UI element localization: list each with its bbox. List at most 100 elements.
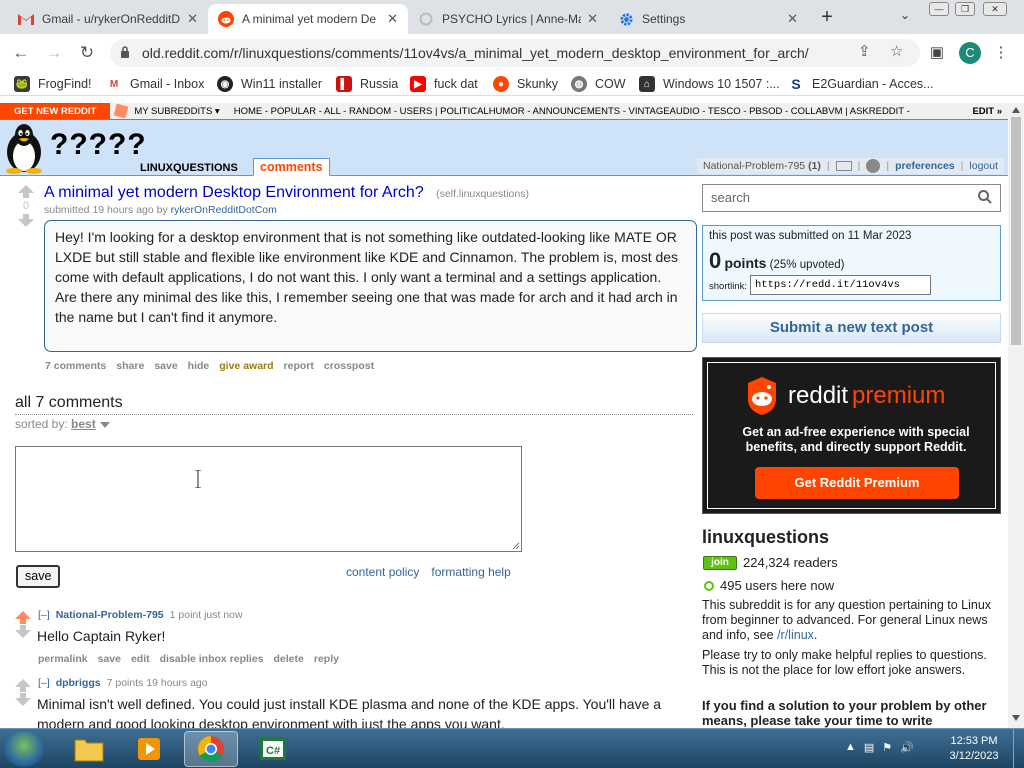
menu-icon[interactable]: ⋮ [990,42,1012,64]
scrollbar-thumb[interactable] [1011,117,1021,345]
get-premium-button[interactable]: Get Reddit Premium [755,467,959,499]
page-scrollbar[interactable] [1008,103,1024,728]
comment-author-link[interactable]: National-Problem-795 [56,609,164,621]
share-link[interactable]: share [116,360,144,372]
sidebar-subreddit-title[interactable]: linuxquestions [702,527,829,548]
tab-psycho-lyrics[interactable]: PSYCHO Lyrics | Anne-Ma ✕ [408,4,608,34]
close-window-button[interactable]: ✕ [983,2,1007,16]
upvote-icon[interactable] [18,185,34,198]
my-subreddits-dropdown[interactable]: MY SUBREDDITS ▾ [110,103,220,118]
restore-button[interactable]: ❐ [955,2,975,16]
bookmark-star-icon[interactable]: ☆ [890,42,903,60]
save-link[interactable]: save [98,653,121,665]
reload-button[interactable]: ↻ [76,42,98,64]
collapse-toggle[interactable]: [–] [38,677,50,689]
reply-link[interactable]: reply [314,653,339,665]
comment-author-link[interactable]: dpbriggs [56,677,101,689]
delete-link[interactable]: delete [274,653,304,665]
scroll-up-icon[interactable] [1012,107,1020,113]
downvote-icon[interactable] [18,214,34,227]
bookmark-e2guardian[interactable]: S E2Guardian - Acces... [788,75,934,93]
bookmark-russia[interactable]: ▌ Russia [336,75,398,93]
search-icon[interactable] [977,189,993,205]
bookmark-frogfind[interactable]: 🐸 FrogFind! [14,75,92,93]
save-comment-button[interactable]: save [16,565,61,588]
minimize-button[interactable]: — [929,2,949,16]
crosspost-link[interactable]: crosspost [324,360,374,372]
chat-icon[interactable] [866,159,881,173]
report-link[interactable]: report [284,360,314,372]
forward-button[interactable]: → [43,42,65,64]
shortlink-field[interactable]: https://redd.it/11ov4vs [750,275,931,295]
start-button[interactable] [4,731,44,767]
logout-link[interactable]: logout [969,160,998,172]
caret-down-icon[interactable] [99,421,110,428]
explorer-taskbar-button[interactable] [62,731,116,767]
bookmark-skunky[interactable]: ● Skunky [493,75,558,93]
post-author-link[interactable]: rykerOnRedditDotCom [171,204,277,216]
tab-settings[interactable]: Settings ✕ [608,4,808,34]
edit-subscriptions-link[interactable]: EDIT » [966,106,1008,117]
chrome-taskbar-button[interactable] [184,731,238,767]
hide-link[interactable]: hide [188,360,210,372]
new-tab-button[interactable]: + [816,6,838,28]
close-icon[interactable]: ✕ [587,11,598,27]
close-icon[interactable]: ✕ [387,11,398,27]
give-award-link[interactable]: give award [219,360,273,372]
resize-handle-icon[interactable] [512,542,520,550]
bookmark-windows10[interactable]: ⌂ Windows 10 1507 :... [639,75,780,93]
subreddit-name-link[interactable]: LINUXQUESTIONS [140,162,238,174]
sort-dropdown[interactable]: best [71,417,96,431]
get-new-reddit-link[interactable]: GET NEW REDDIT [0,103,111,119]
post-domain-link[interactable]: (self.linuxquestions) [436,188,529,200]
subreddit-links[interactable]: HOME - POPULAR - ALL - RANDOM - USERS | … [234,106,967,117]
disable-inbox-replies-link[interactable]: disable inbox replies [160,653,264,665]
close-icon[interactable]: ✕ [187,11,198,27]
tab-reddit-post[interactable]: A minimal yet modern De ✕ [208,4,408,34]
bookmark-gmail[interactable]: M Gmail - Inbox [106,75,204,93]
bookmark-win11[interactable]: ◉ Win11 installer [217,75,322,93]
mail-icon[interactable] [835,161,852,171]
comments-link[interactable]: 7 comments [45,360,106,372]
back-button[interactable]: ← [10,42,32,64]
post-title-link[interactable]: A minimal yet modern Desktop Environment… [44,184,424,201]
side-panel-icon[interactable]: ▣ [926,42,948,64]
content-policy-link[interactable]: content policy [346,565,419,579]
comment-textarea[interactable] [15,446,522,552]
media-player-taskbar-button[interactable] [122,731,176,767]
preferences-link[interactable]: preferences [895,160,955,172]
collapse-toggle[interactable]: [–] [38,609,50,621]
edit-link[interactable]: edit [131,653,150,665]
chevron-down-icon[interactable]: ⌄ [896,8,914,26]
tux-penguin-logo[interactable] [2,122,46,174]
scroll-down-icon[interactable] [1012,715,1020,721]
tab-gmail[interactable]: Gmail - u/rykerOnRedditD ✕ [8,4,208,34]
tab-comments[interactable]: comments [253,158,330,176]
close-icon[interactable]: ✕ [787,11,798,27]
sorted-by-label: sorted by: [15,417,68,431]
csharp-taskbar-button[interactable]: C# [246,731,300,767]
join-button[interactable]: join [703,556,737,570]
downvote-icon[interactable] [15,625,31,638]
permalink-link[interactable]: permalink [38,653,88,665]
downvote-icon[interactable] [15,693,31,706]
profile-avatar[interactable]: C [959,42,981,64]
search-input[interactable]: search [702,184,1001,212]
bookmark-fuckdat[interactable]: ▶ fuck dat [410,75,478,93]
show-desktop-button[interactable] [1013,729,1024,768]
r-linux-link[interactable]: /r/linux [777,628,814,642]
clock[interactable]: 12:53 PM 3/12/2023 [945,734,1003,764]
username-link[interactable]: National-Problem-795 [703,160,805,172]
share-icon[interactable]: ⇪ [858,42,871,60]
tray-expand-icon[interactable]: ▲ [845,741,856,754]
network-icon[interactable]: ▤ [864,741,874,754]
upvote-icon[interactable] [15,611,31,624]
bookmark-cow[interactable]: ◍ COW [571,75,626,93]
action-center-icon[interactable]: ⚑ [882,741,892,754]
formatting-help-link[interactable]: formatting help [431,565,510,579]
volume-icon[interactable]: 🔊 [900,741,914,754]
upvote-icon[interactable] [15,679,31,692]
address-bar[interactable]: old.reddit.com/r/linuxquestions/comments… [110,39,920,67]
submit-text-post-button[interactable]: Submit a new text post [702,313,1001,343]
save-link[interactable]: save [154,360,177,372]
